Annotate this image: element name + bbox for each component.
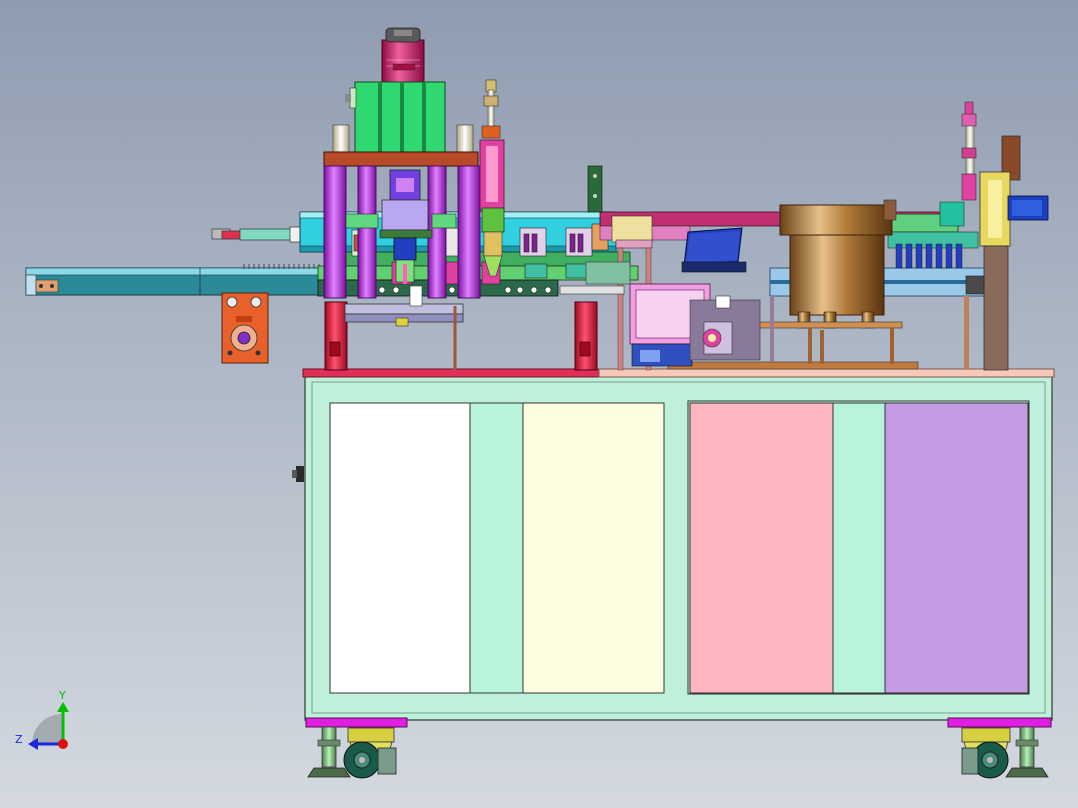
- triad-y-label: Y: [58, 689, 66, 702]
- door-panel-white: [329, 402, 473, 694]
- side-latch: [296, 466, 304, 482]
- machine-cabinet: [292, 368, 1055, 728]
- foot-plate-left: [305, 717, 408, 728]
- door-panel-purple: [884, 402, 1029, 694]
- door-panel-mint-right: [832, 402, 886, 694]
- caster-wheel-right: [961, 727, 1011, 779]
- sensor-bracket: [587, 165, 603, 213]
- door-panel-cream: [522, 402, 665, 694]
- side-latch-pin: [292, 470, 297, 478]
- door-panel-pink: [689, 402, 834, 694]
- assembly-drawing[interactable]: Y Z: [0, 0, 1078, 808]
- caster-wheel-left: [343, 727, 397, 779]
- support-cylinder-right: [574, 301, 598, 371]
- cam-drive: [689, 295, 761, 361]
- door-panel-mint-left: [469, 402, 524, 694]
- triad-x-origin: [58, 739, 68, 749]
- triad-z-label: Z: [15, 733, 23, 746]
- motor-bracket: [221, 292, 269, 364]
- foot-plate-right: [947, 717, 1052, 728]
- hmi-panel: [681, 227, 747, 273]
- support-cylinder-left: [324, 301, 348, 371]
- cad-viewport[interactable]: Y Z: [0, 0, 1078, 808]
- top-rail-left: [302, 368, 602, 378]
- vibratory-bowl: [779, 199, 897, 329]
